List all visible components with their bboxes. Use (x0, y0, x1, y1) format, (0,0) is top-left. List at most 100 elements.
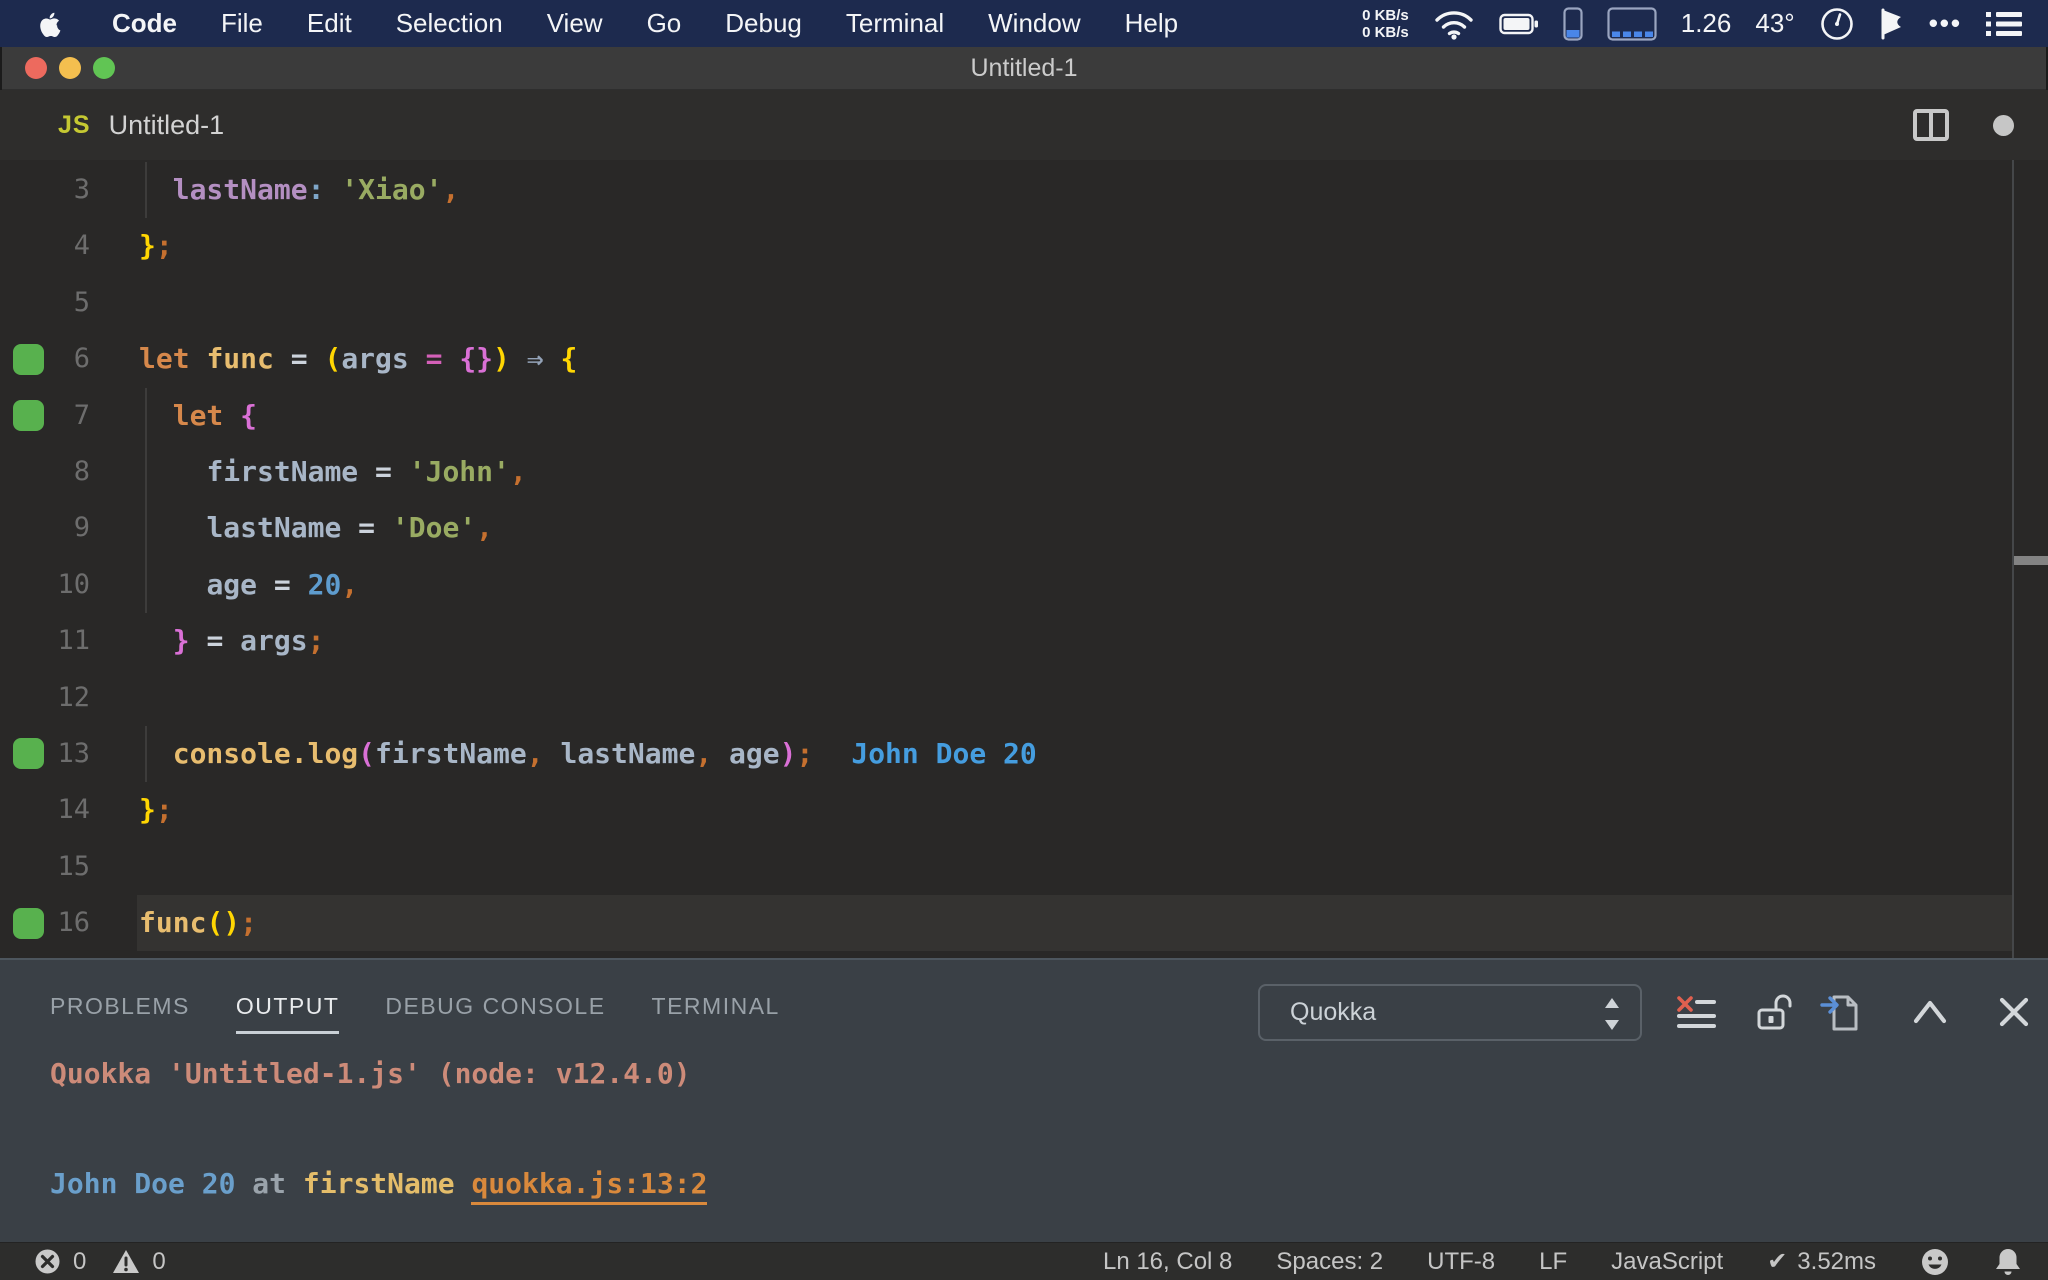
output-console[interactable]: Quokka 'Untitled-1.js' (node: v12.4.0) Jo… (50, 1046, 708, 1211)
battery-icon[interactable] (1499, 12, 1539, 36)
code-line-13[interactable]: 13 console.log(firstName, lastName, age)… (0, 725, 2048, 783)
window-title: Untitled-1 (970, 54, 1078, 82)
code-line-16[interactable]: 16 func(); (0, 895, 2048, 952)
code-line-7[interactable]: 7 let { (0, 387, 2048, 444)
output-channel-select[interactable]: Quokka (1258, 984, 1642, 1041)
gauge-blocks-icon[interactable] (1607, 6, 1657, 41)
menu-item-debug[interactable]: Debug (703, 8, 824, 39)
code-line-12[interactable]: 12 (0, 670, 2048, 726)
line-number: 11 (57, 625, 90, 657)
notifications-bell-icon[interactable] (1994, 1247, 2022, 1277)
code-line-4[interactable]: 4}; (0, 218, 2048, 274)
javascript-file-icon: JS (58, 110, 91, 139)
split-editor-icon[interactable] (1913, 109, 1949, 141)
code-text: console.log(firstName, lastName, age); Jo… (172, 736, 1037, 770)
maximize-panel-button[interactable] (1902, 984, 1958, 1040)
cpu-load-value[interactable]: 1.26 (1681, 8, 1732, 39)
panel-tab-terminal[interactable]: TERMINAL (652, 986, 780, 1026)
output-line-2 (50, 1101, 707, 1156)
code-text: } = args; (172, 624, 325, 658)
code-line-11[interactable]: 11 } = args; (0, 613, 2048, 669)
menu-item-go[interactable]: Go (625, 8, 704, 39)
code-line-14[interactable]: 14}; (0, 782, 2048, 838)
apple-menu[interactable] (26, 9, 90, 39)
status-item-lf[interactable]: LF (1539, 1248, 1567, 1276)
code-line-8[interactable]: 8 firstName = 'John', (0, 443, 2048, 501)
close-panel-button[interactable] (1986, 984, 2042, 1040)
code-line-15[interactable]: 15 (0, 839, 2048, 895)
output-line-3: John Doe 20 at firstName quokka.js:13:2 (50, 1156, 708, 1211)
code-text: lastName: 'Xiao', (172, 173, 460, 206)
code-text: }; (139, 229, 173, 263)
line-number: 8 (73, 455, 90, 487)
unlock-scroll-icon[interactable] (1746, 984, 1802, 1040)
line-number: 14 (57, 794, 90, 826)
warnings-icon (112, 1249, 140, 1275)
menu-item-window[interactable]: Window (966, 8, 1102, 39)
code-line-5[interactable]: 5 (0, 275, 2048, 331)
code-text: age = 20, (206, 567, 359, 601)
code-editor[interactable]: 3 lastName: 'Xiao', 4}; 5 6 let func = (args… (0, 160, 2048, 958)
output-text: Quokka 'Untitled-1.js' (node: v12.4.0) (50, 1057, 691, 1090)
output-line-1: Quokka 'Untitled-1.js' (node: v12.4.0) (50, 1046, 707, 1101)
status-item-utf-8[interactable]: UTF-8 (1427, 1248, 1495, 1276)
line-number: 13 (57, 737, 90, 769)
line-number: 15 (57, 850, 90, 882)
output-text: at (235, 1167, 303, 1200)
unsaved-changes-dot[interactable] (1993, 114, 2014, 136)
quokka-perf-indicator[interactable]: ✔ 3.52ms (1767, 1247, 1876, 1276)
code-line-9[interactable]: 9 lastName = 'Doe', (0, 500, 2048, 557)
panel-tab-problems[interactable]: PROBLEMS (50, 986, 190, 1026)
menu-item-view[interactable]: View (525, 8, 625, 39)
menu-item-help[interactable]: Help (1103, 8, 1200, 39)
gauge-vertical-icon[interactable] (1563, 6, 1583, 41)
code-line-6[interactable]: 6 let func = (args = {}) ⇒ { (0, 331, 2048, 387)
output-source-link[interactable]: quokka.js:13:2 (471, 1167, 708, 1205)
wifi-icon[interactable] (1433, 8, 1475, 40)
temperature-value[interactable]: 43° (1755, 8, 1794, 39)
line-number: 16 (57, 907, 90, 939)
perf-value: 3.52ms (1797, 1247, 1876, 1275)
editor-tabbar: JS Untitled-1 (0, 90, 2048, 160)
problems-summary[interactable]: 0 0 (0, 1248, 180, 1276)
menu-item-edit[interactable]: Edit (285, 8, 374, 39)
more-dots-icon[interactable]: ••• (1929, 8, 1962, 39)
overview-ruler-mark (2014, 556, 2048, 565)
tab-label: Untitled-1 (108, 109, 225, 140)
menu-item-code[interactable]: Code (90, 8, 199, 39)
line-number: 6 (73, 343, 90, 375)
menu-item-file[interactable]: File (199, 8, 285, 39)
menu-item-terminal[interactable]: Terminal (824, 8, 966, 39)
panel-tab-output[interactable]: OUTPUT (235, 986, 340, 1034)
panel-tab-debug-console[interactable]: DEBUG CONSOLE (385, 986, 605, 1026)
code-text: func(); (139, 906, 258, 940)
line-number: 5 (73, 286, 90, 318)
feedback-smiley-icon[interactable] (1920, 1247, 1950, 1277)
panel-tabs: PROBLEMS OUTPUT DEBUG CONSOLE TERMINAL (50, 986, 780, 1034)
errors-count: 0 (73, 1247, 87, 1275)
code-line-3[interactable]: 3 lastName: 'Xiao', (0, 162, 2048, 219)
line-number: 12 (57, 681, 90, 713)
network-speed-indicator[interactable]: 0 KB/s 0 KB/s (1362, 7, 1409, 41)
clock-compass-icon[interactable] (1819, 6, 1855, 42)
code-lines: 3 lastName: 'Xiao', 4}; 5 6 let func = (args… (0, 162, 2048, 952)
select-arrows-icon (1602, 995, 1622, 1033)
list-menu-icon[interactable] (1986, 10, 2022, 38)
apple-icon (36, 9, 62, 39)
code-line-10[interactable]: 10 age = 20, (0, 556, 2048, 614)
line-number: 7 (73, 399, 90, 431)
menubar-left: Code File Edit Selection View Go Debug Terminal… (0, 8, 1200, 39)
clear-output-button[interactable] (1668, 984, 1724, 1040)
code-text: lastName = 'Doe', (206, 511, 494, 545)
flag-icon[interactable] (1879, 8, 1905, 40)
open-output-in-editor-icon[interactable] (1812, 984, 1868, 1040)
status-item-ln-16-col-8[interactable]: Ln 16, Col 8 (1103, 1248, 1232, 1276)
errors-icon (34, 1248, 61, 1275)
tab-untitled-1[interactable]: JS Untitled-1 (0, 90, 370, 160)
quokka-inline-value: John Doe 20 (851, 736, 1037, 770)
status-item-javascript[interactable]: JavaScript (1611, 1248, 1723, 1276)
menu-item-selection[interactable]: Selection (374, 8, 525, 39)
status-item-spaces-2[interactable]: Spaces: 2 (1276, 1248, 1383, 1276)
warnings-count: 0 (152, 1247, 166, 1275)
code-text: firstName = 'John', (206, 454, 527, 488)
